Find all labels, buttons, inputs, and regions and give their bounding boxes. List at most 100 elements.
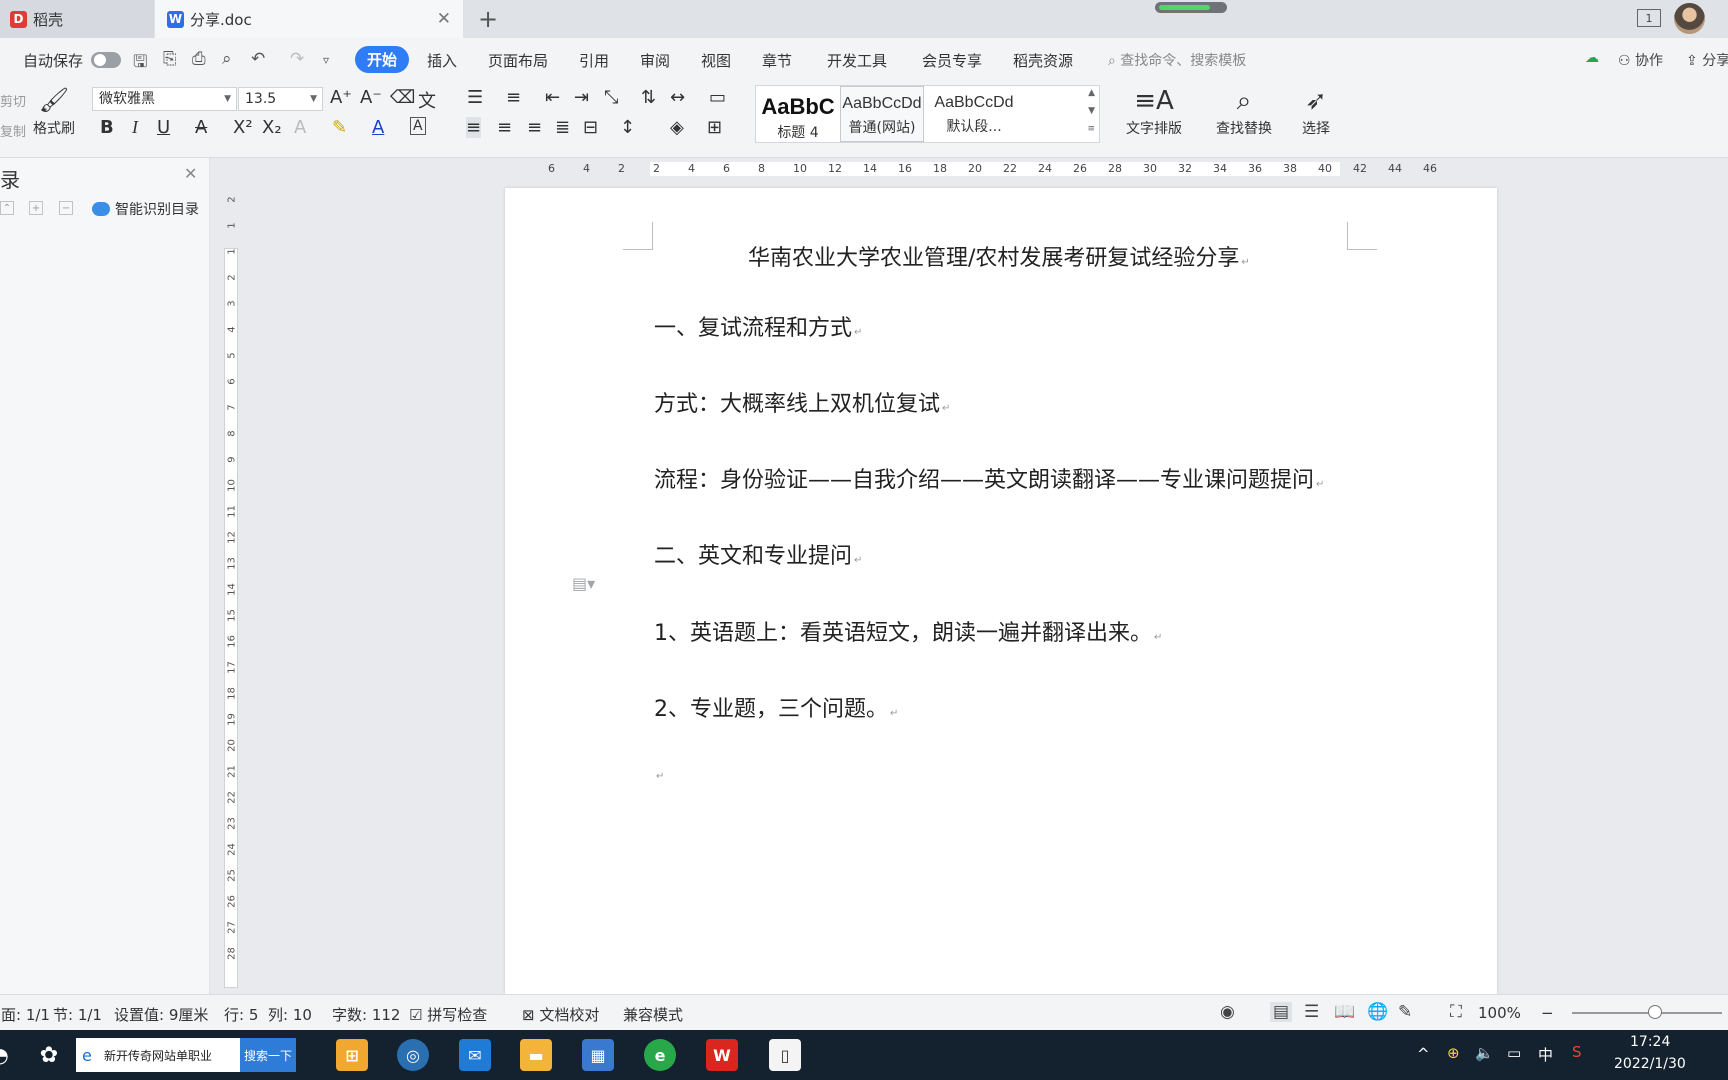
window-switch-icon[interactable]: 1 [1637,9,1661,27]
mail-icon[interactable]: ✉ [459,1039,491,1071]
close-tab-icon[interactable]: ✕ [437,9,451,29]
font-name-select[interactable]: 微软雅黑 ▼ [92,87,237,111]
menu-tab-view[interactable]: 视图 [701,50,731,71]
tray-app-icon[interactable]: ⊕ [1447,1044,1460,1062]
ime-indicator[interactable]: 中 [1538,1044,1553,1065]
tab-daoke[interactable]: D 稻壳 [0,0,154,38]
print-preview-icon[interactable]: ⌕ [222,49,232,69]
heading-1[interactable]: 一、复试流程和方式 ↵ [654,310,862,342]
expand-gallery-icon[interactable]: ≡ [1087,124,1095,134]
export-pdf-icon[interactable]: ⎘ [163,49,177,69]
cut-button[interactable]: 剪切 [0,91,26,110]
pen-mode-icon[interactable]: ✎ [1398,1002,1412,1022]
decrease-font-icon[interactable]: A⁻ [360,87,382,108]
zoom-slider-handle[interactable] [1648,1005,1662,1019]
smart-toc-button[interactable]: 智能识别目录 [92,199,199,219]
collapse-all-icon[interactable]: ⌃ [0,201,14,215]
heading-2[interactable]: 二、英文和专业提问 ↵ [654,538,862,570]
taskbar-search-button[interactable]: 搜索一下 [240,1038,296,1072]
bullet-list-icon[interactable]: ☰ [467,87,483,108]
browser-icon[interactable]: ◎ [397,1039,429,1071]
print-icon[interactable]: ⎙ [192,49,206,69]
paragraph-professional[interactable]: 2、专业题，三个问题。 ↵ [654,691,898,723]
tab-document[interactable]: W 分享.doc ✕ [155,0,463,38]
numbered-list-icon[interactable]: ≡ [506,87,521,108]
web-view-icon[interactable]: 🌐 [1367,1002,1388,1022]
document-page[interactable]: 华南农业大学农业管理/农村发展考研复试经验分享 ↵ 一、复试流程和方式 ↵ 方式：大… [505,188,1497,994]
character-border-icon[interactable]: A [410,117,426,135]
autosave-toggle[interactable] [91,52,121,68]
superscript-icon[interactable]: X² [233,117,253,138]
zoom-out-button[interactable]: − [1541,1004,1554,1022]
align-right-icon[interactable]: ≡ [527,117,542,138]
redo-icon[interactable]: ↷ [290,49,304,69]
eye-protection-icon[interactable]: ◉ [1220,1002,1235,1022]
menu-tab-home[interactable]: 开始 [355,46,409,73]
menu-tab-page-layout[interactable]: 页面布局 [488,50,548,71]
new-tab-button[interactable]: + [478,5,498,33]
increase-font-icon[interactable]: A⁺ [330,87,352,108]
clear-format-icon[interactable]: ⌫ [390,87,415,108]
paragraph-options-icon[interactable]: ▤▾ [572,574,595,593]
sogou-input-icon[interactable]: S [1572,1043,1582,1061]
share-button[interactable]: ⇪ 分享 [1686,50,1728,70]
style-default-paragraph[interactable]: AaBbCcDd 默认段... [924,86,1024,142]
align-left-icon[interactable]: ≡ [466,117,482,138]
italic-icon[interactable]: I [132,117,138,138]
text-layout-button[interactable]: ≡A 文字排版 [1116,86,1192,138]
close-pane-icon[interactable]: ✕ [184,164,197,183]
copy-button[interactable]: 复制 [0,121,26,140]
sort-icon[interactable]: ⇅ [641,87,656,108]
start-menu-icon[interactable]: ✿ [33,1039,65,1071]
status-page[interactable]: 页面: 1/1 [0,1004,50,1025]
360-browser-icon[interactable]: e [644,1039,676,1071]
font-size-select[interactable]: 13.5 ▼ [238,87,323,111]
chevron-down-icon[interactable]: ▼ [1088,106,1095,116]
style-heading-4[interactable]: AaBbC 标题 4 [756,86,840,142]
align-center-icon[interactable]: ≡ [497,117,512,138]
undo-icon[interactable]: ↶ [251,49,265,69]
cloud-sync-icon[interactable]: ☁ [1585,50,1599,66]
clock-date[interactable]: 2022/1/30 [1614,1056,1686,1072]
spell-check-button[interactable]: ☑ 拼写检查 [409,1004,487,1025]
shading-icon[interactable]: ◈ [670,117,684,138]
borders-icon[interactable]: ⊞ [707,117,722,138]
menu-tab-review[interactable]: 审阅 [640,50,670,71]
expand-icon[interactable]: + [29,201,43,215]
text-direction-icon[interactable]: ↔ [670,87,685,108]
menu-tab-developer[interactable]: 开发工具 [827,50,887,71]
document-app-icon[interactable]: ▯ [769,1039,801,1071]
find-replace-button[interactable]: ⌕ 查找替换 [1206,86,1282,138]
zoom-slider[interactable] [1572,1012,1722,1014]
underline-icon[interactable]: U [157,117,170,138]
doc-proofread-button[interactable]: ⊠ 文档校对 [522,1004,599,1025]
subscript-icon[interactable]: X₂ [262,117,282,138]
font-color-icon[interactable]: A [372,117,384,138]
file-explorer-icon[interactable]: ▬ [520,1039,552,1071]
collapse-icon[interactable]: − [59,201,73,215]
tab-stops-icon[interactable]: ▭ [709,87,726,108]
menu-tab-membership[interactable]: 会员专享 [922,50,982,71]
page-view-icon[interactable]: ▤ [1270,1002,1293,1022]
fit-page-icon[interactable]: ⛶ [1450,1002,1462,1022]
decrease-indent-icon[interactable]: ⇤ [545,87,560,108]
menu-tab-docer-resources[interactable]: 稻壳资源 [1013,50,1073,71]
chinese-layout-icon[interactable]: ⤡ [604,87,618,108]
highlight-icon[interactable]: ✎ [332,117,347,138]
menu-tab-chapter[interactable]: 章节 [762,50,792,71]
chevron-up-icon[interactable]: ▲ [1088,88,1095,98]
paragraph-english[interactable]: 1、英语题上：看英语短文，朗读一遍并翻译出来。 ↵ [654,615,1162,647]
pinyin-guide-icon[interactable]: 文 [418,87,436,113]
empty-paragraph[interactable]: ↵ [654,760,664,785]
reading-view-icon[interactable]: 📖 [1334,1002,1355,1022]
paragraph-method[interactable]: 方式：大概率线上双机位复试 ↵ [654,386,950,418]
clock-time[interactable]: 17:24 [1630,1034,1670,1050]
outline-view-icon[interactable]: ☰ [1304,1002,1319,1022]
customize-toolbar-icon[interactable]: ▿ [323,53,329,67]
wps-office-icon[interactable]: W [706,1039,738,1071]
volume-icon[interactable]: 🔈 [1475,1044,1494,1062]
calendar-app-icon[interactable]: ▦ [582,1039,614,1071]
menu-tab-references[interactable]: 引用 [579,50,609,71]
justify-icon[interactable]: ≣ [555,117,570,138]
cooperate-button[interactable]: ⚇ 协作 [1618,50,1663,70]
